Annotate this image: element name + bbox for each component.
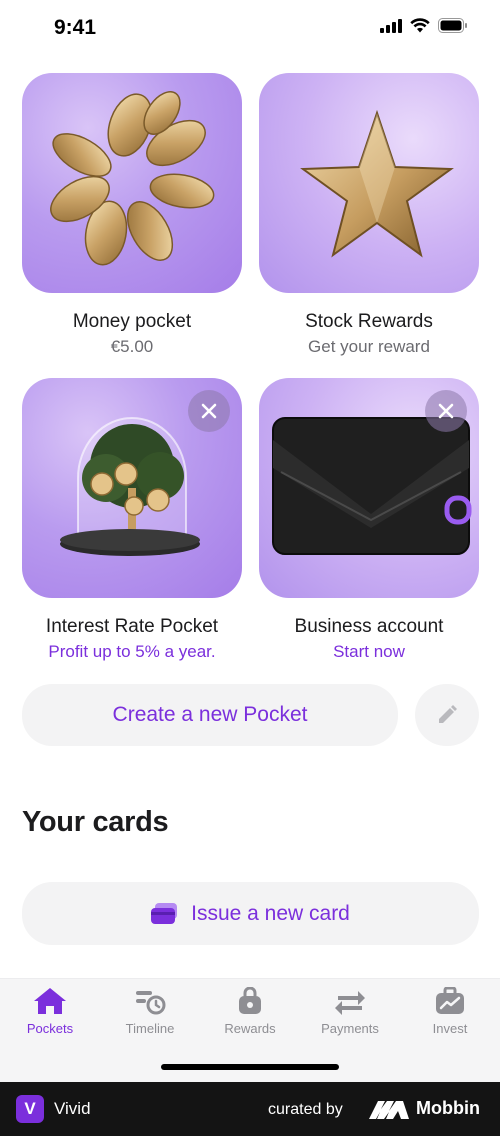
issue-card-button[interactable]: Issue a new card: [22, 882, 479, 945]
pocket-title: Money pocket: [72, 311, 192, 332]
timeline-icon: [136, 991, 166, 1015]
gold-star-icon: [300, 109, 454, 258]
close-icon: [201, 403, 217, 419]
card-icon: [151, 902, 178, 924]
money-pocket-tile[interactable]: [22, 73, 242, 293]
status-time: 9:41: [54, 16, 97, 39]
edit-pockets-button[interactable]: [415, 684, 479, 746]
tab-payments[interactable]: Payments: [300, 987, 400, 1047]
remove-pocket-button[interactable]: [188, 390, 230, 432]
tab-label: Timeline: [125, 1021, 175, 1036]
transfer-icon: [335, 991, 365, 1015]
pocket-balance: €5.00: [110, 337, 154, 356]
home-indicator: [161, 1064, 339, 1070]
vivid-logo: V: [16, 1095, 44, 1123]
battery-icon: [438, 18, 467, 33]
remove-pocket-button[interactable]: [425, 390, 467, 432]
signal-icon: [380, 18, 402, 33]
coins-ring-icon: [50, 91, 215, 266]
your-cards-heading: Your cards: [22, 806, 169, 838]
issue-card-label: Issue a new card: [191, 901, 350, 925]
app-name: Vivid: [54, 1099, 91, 1118]
stock-rewards-tile[interactable]: [259, 73, 479, 293]
tab-invest[interactable]: Invest: [400, 987, 500, 1047]
status-icons: [380, 18, 468, 33]
tab-label: Payments: [321, 1021, 379, 1036]
pocket-subtitle[interactable]: Start now: [254, 642, 484, 662]
pocket-subtitle: Get your reward: [308, 337, 430, 356]
close-icon: [438, 403, 454, 419]
tab-timeline[interactable]: Timeline: [100, 987, 200, 1047]
curated-by-label: curated by: [268, 1101, 343, 1118]
tab-label: Invest: [432, 1021, 468, 1036]
pocket-title: Business account: [294, 616, 444, 637]
footer-bar: V Vivid curated by Mobbin: [0, 1082, 500, 1136]
mobbin-logo-icon: [369, 1101, 409, 1119]
create-pocket-label: Create a new Pocket: [112, 703, 308, 726]
briefcase-chart-icon: [436, 987, 464, 1014]
bag-icon: [239, 987, 261, 1014]
tab-label: Rewards: [224, 1021, 276, 1036]
status-bar: 9:41: [0, 0, 500, 56]
wifi-icon: [410, 18, 430, 33]
business-account-tile[interactable]: [259, 378, 479, 598]
tab-pockets[interactable]: Pockets: [0, 987, 100, 1047]
tab-rewards[interactable]: Rewards: [200, 987, 300, 1047]
pocket-subtitle[interactable]: Profit up to 5% a year.: [17, 642, 247, 662]
interest-rate-pocket-tile[interactable]: [22, 378, 242, 598]
home-icon: [34, 988, 66, 1014]
brand-name: Mobbin: [416, 1098, 480, 1118]
tab-label: Pockets: [26, 1021, 74, 1036]
pocket-title: Stock Rewards: [305, 311, 433, 332]
create-pocket-button[interactable]: Create a new Pocket: [22, 684, 398, 746]
pencil-icon: [439, 705, 457, 723]
pocket-title: Interest Rate Pocket: [45, 616, 219, 637]
